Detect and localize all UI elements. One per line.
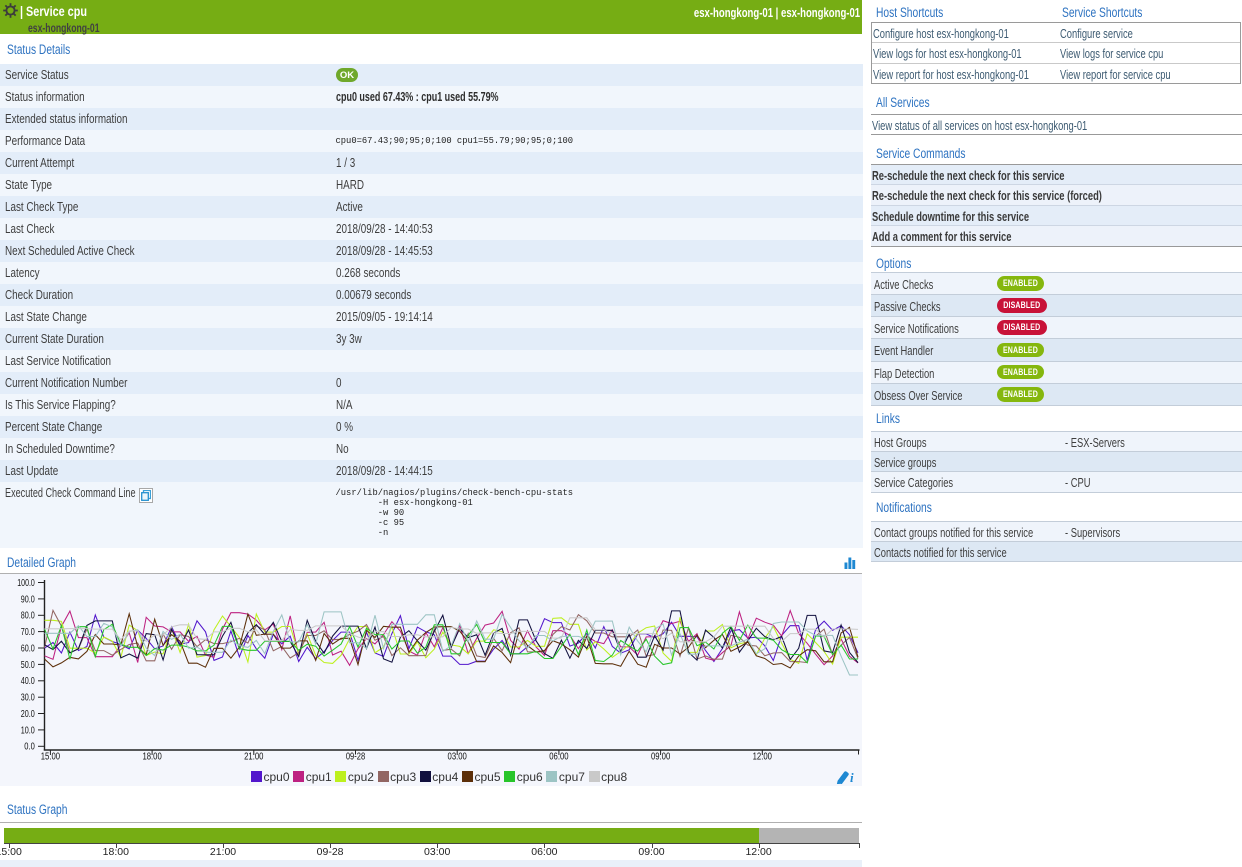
svg-text:15:00: 15:00 [41,752,61,763]
svg-text:30.0: 30.0 [21,693,35,704]
svg-text:0.0: 0.0 [24,742,35,753]
svg-text:50.0: 50.0 [21,660,35,671]
svg-text:20.0: 20.0 [21,709,35,720]
svg-text:90.0: 90.0 [21,594,35,605]
svg-text:09-28: 09-28 [346,752,366,763]
svg-text:100.0: 100.0 [17,578,35,589]
svg-text:21:00: 21:00 [244,752,264,763]
svg-text:80.0: 80.0 [21,611,35,622]
svg-text:60.0: 60.0 [21,643,35,654]
svg-text:03:00: 03:00 [448,752,468,763]
svg-text:i: i [850,770,854,784]
svg-text:10.0: 10.0 [21,725,35,736]
svg-text:12:00: 12:00 [753,752,773,763]
svg-text:40.0: 40.0 [21,676,35,687]
svg-text:70.0: 70.0 [21,627,35,638]
svg-text:06:00: 06:00 [549,752,569,763]
svg-text:09:00: 09:00 [651,752,671,763]
svg-text:18:00: 18:00 [142,752,162,763]
